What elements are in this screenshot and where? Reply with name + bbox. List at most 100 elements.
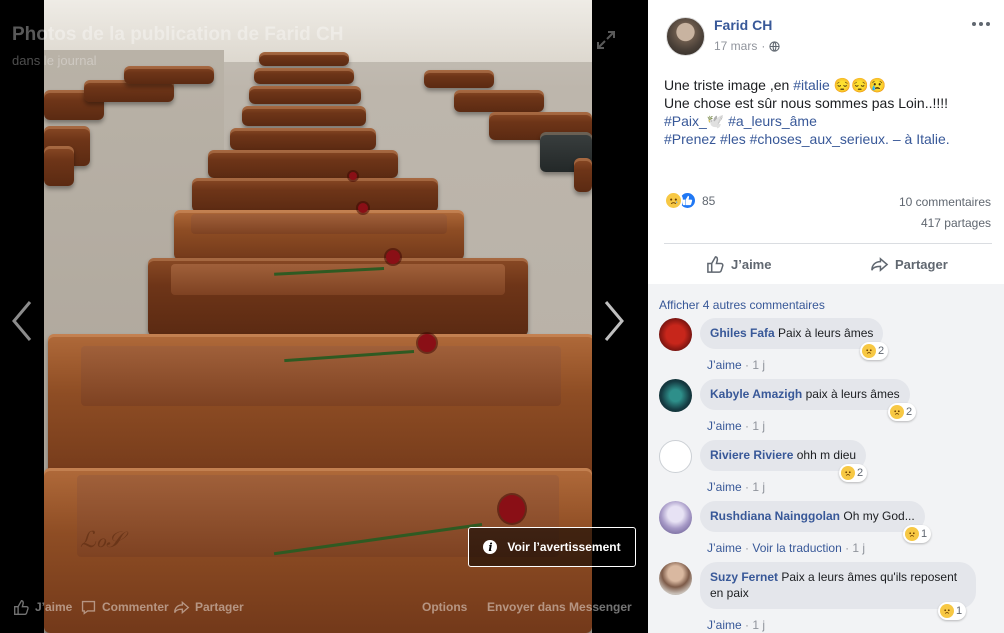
globe-icon[interactable] <box>769 40 780 52</box>
comment-time[interactable]: 1 j <box>752 419 765 433</box>
viewer-title: Photos de la publication de Farid CH <box>12 24 344 45</box>
comment-icon <box>81 600 96 615</box>
comment-reactions[interactable]: 1 <box>903 525 932 543</box>
post-line1: Une triste image ,en <box>664 77 790 93</box>
commenter-avatar[interactable] <box>659 379 692 412</box>
hashtag-les[interactable]: #les <box>720 131 746 147</box>
comment-text: paix à leurs âmes <box>805 387 900 401</box>
comment-text: Paix à leurs âmes <box>778 326 874 340</box>
coffin <box>254 68 354 84</box>
view-warning-button[interactable]: i Voir l’avertissement <box>468 527 636 567</box>
comment-bubble: Suzy Fernet Paix a leurs âmes qu'ils rep… <box>700 562 976 609</box>
comment-reactions[interactable]: 2 <box>888 403 917 421</box>
comment-like-link[interactable]: J’aime <box>707 480 742 494</box>
coffin <box>208 150 398 178</box>
comment-bubble: Kabyle Amazigh paix à leurs âmes <box>700 379 910 410</box>
sad-reaction-icon <box>664 191 683 210</box>
rose <box>349 172 357 180</box>
comment-reaction-count: 2 <box>906 406 913 418</box>
comment-time[interactable]: 1 j <box>752 480 765 494</box>
coffin <box>174 210 464 260</box>
commenter-name[interactable]: Riviere Riviere <box>710 448 793 462</box>
viewer-comment-label: Commenter <box>102 600 169 614</box>
like-icon <box>14 599 29 615</box>
coffin <box>192 178 438 212</box>
next-arrow-icon[interactable] <box>600 298 628 344</box>
comment-reactions[interactable]: 1 <box>938 602 967 620</box>
comment-reaction-count: 2 <box>857 467 864 479</box>
rose <box>358 203 368 213</box>
sad-reaction-icon <box>862 344 876 358</box>
share-button[interactable]: Partager <box>870 252 948 276</box>
comment-like-link[interactable]: J’aime <box>707 358 742 372</box>
viewer-share-button[interactable]: Partager <box>173 599 244 616</box>
comment-time[interactable]: 1 j <box>852 541 865 555</box>
viewer-comment-button[interactable]: Commenter <box>80 599 169 616</box>
post-text: Une triste image ,en #italie 😔😔😢 Une cho… <box>664 76 989 148</box>
viewer-like-button[interactable]: J’aime <box>13 599 72 616</box>
hashtag-prenez[interactable]: #Prenez <box>664 131 716 147</box>
coffin <box>44 146 74 186</box>
viewer-options-button[interactable]: Options <box>422 600 467 614</box>
share-icon <box>871 256 889 272</box>
location-link[interactable]: Italie. <box>916 131 949 147</box>
hashtag-italie[interactable]: #italie <box>793 77 830 93</box>
commenter-name[interactable]: Suzy Fernet <box>710 570 778 584</box>
send-in-messenger-label: Envoyer dans Messenger <box>487 600 632 614</box>
post-panel: Farid CH 17 mars · Une triste image ,en … <box>648 0 1004 633</box>
like-button[interactable]: J’aime <box>706 252 771 276</box>
comment-like-link[interactable]: J’aime <box>707 419 742 433</box>
comment-links: J’aime · Voir la traduction · 1 j <box>707 541 866 555</box>
commenter-name[interactable]: Kabyle Amazigh <box>710 387 802 401</box>
sad-reaction-icon <box>940 604 954 618</box>
author-name[interactable]: Farid CH <box>714 17 772 33</box>
hashtag-choses-aux-serieux[interactable]: #choses_aux_serieux. <box>750 131 889 147</box>
commenter-avatar[interactable] <box>659 318 692 351</box>
reactions-summary[interactable]: 85 <box>664 191 715 210</box>
comment-reactions[interactable]: 2 <box>860 342 889 360</box>
comment-links: J’aime · 1 j <box>707 480 766 494</box>
commenter-name[interactable]: Rushdiana Nainggolan <box>710 509 840 523</box>
comment-links: J’aime · 1 j <box>707 419 766 433</box>
comment-like-link[interactable]: J’aime <box>707 618 742 632</box>
coffin <box>124 66 214 84</box>
comment-time[interactable]: 1 j <box>752 358 765 372</box>
coffin <box>574 158 592 192</box>
more-options-icon[interactable] <box>970 15 992 33</box>
commenter-name[interactable]: Ghiles Fafa <box>710 326 775 340</box>
meta-dot: · <box>761 39 766 53</box>
coffin <box>424 70 494 88</box>
coffin <box>259 52 349 66</box>
show-more-comments-link[interactable]: Afficher 4 autres commentaires <box>659 298 825 312</box>
rose <box>386 250 400 264</box>
comment-text: ohh m dieu <box>796 448 857 462</box>
comment-reactions[interactable]: 2 <box>839 464 868 482</box>
comment-time[interactable]: 1 j <box>752 618 765 632</box>
sad-reaction-icon <box>841 466 855 480</box>
comment-bubble: Ghiles Fafa Paix à leurs âmes <box>700 318 884 349</box>
comment-like-link[interactable]: J’aime <box>707 541 742 555</box>
comment-bubble: Rushdiana Nainggolan Oh my God... <box>700 501 925 532</box>
send-in-messenger-button[interactable]: Envoyer dans Messenger <box>487 600 632 614</box>
viewer-share-label: Partager <box>195 600 244 614</box>
reaction-count: 85 <box>702 193 716 208</box>
shares-count[interactable]: 417 partages <box>921 216 991 230</box>
post-date[interactable]: 17 mars <box>714 39 757 53</box>
see-translation-link[interactable]: Voir la traduction <box>752 541 841 555</box>
like-label: J’aime <box>731 256 772 272</box>
prev-arrow-icon[interactable] <box>8 298 36 344</box>
viewer-options-label: Options <box>422 600 468 614</box>
view-warning-label: Voir l’avertissement <box>507 540 621 554</box>
sad-reaction-icon <box>890 405 904 419</box>
commenter-avatar[interactable] <box>659 440 692 473</box>
comment-reaction-count: 2 <box>878 345 885 357</box>
handwritten-mark: ℒℴ𝒮 <box>80 528 124 553</box>
hashtag-paix[interactable]: #Paix_🕊️ <box>664 113 724 129</box>
commenter-avatar[interactable] <box>659 501 692 534</box>
rose <box>418 334 436 352</box>
hashtag-a-leurs-ame[interactable]: #a_leurs_âme <box>728 113 817 129</box>
commenter-avatar[interactable] <box>659 562 692 595</box>
expand-icon[interactable] <box>595 29 617 51</box>
author-avatar[interactable] <box>666 17 705 56</box>
comments-count[interactable]: 10 commentaires <box>899 195 991 209</box>
